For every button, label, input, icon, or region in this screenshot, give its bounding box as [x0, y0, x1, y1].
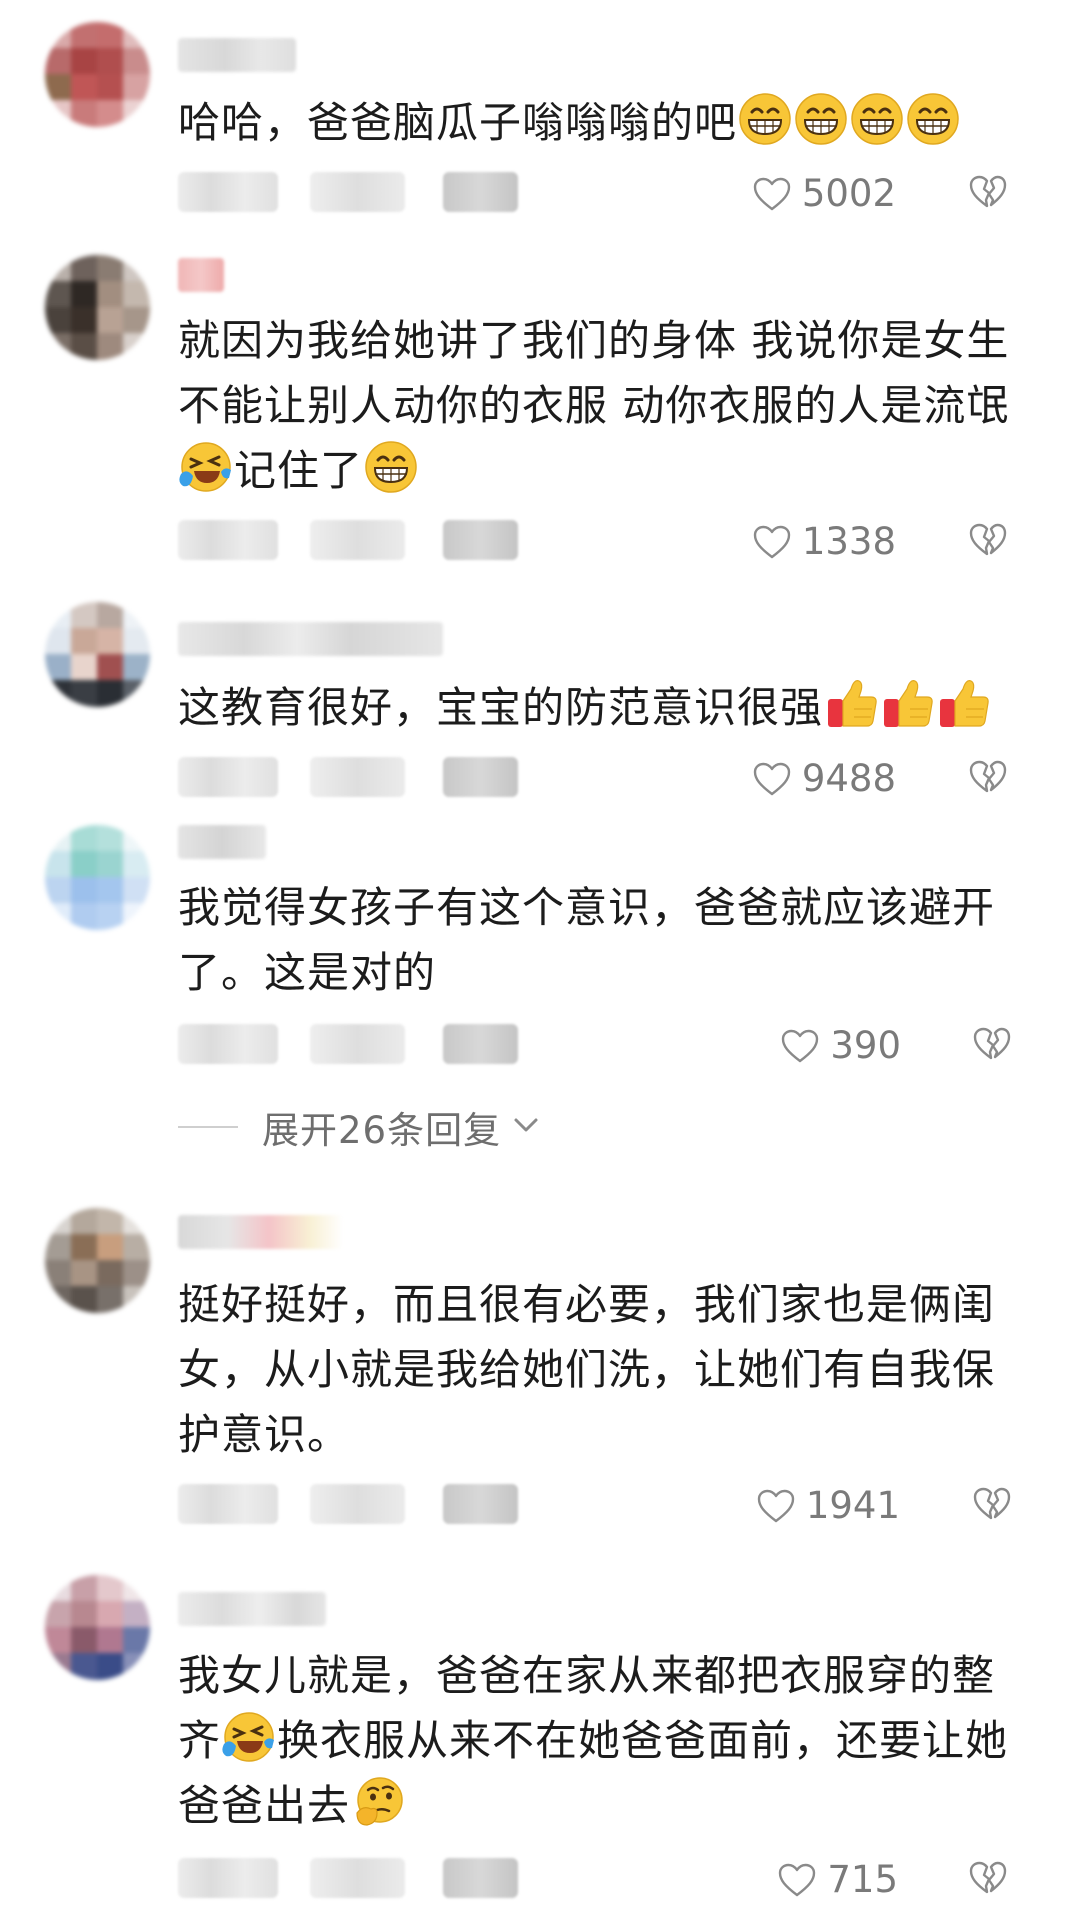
avatar[interactable] — [45, 825, 150, 930]
reply-button-blurred[interactable] — [443, 520, 518, 560]
reply-button-blurred[interactable] — [443, 1858, 518, 1898]
like-button[interactable]: 390 — [780, 1024, 901, 1067]
like-button[interactable]: 9488 — [752, 757, 896, 800]
comment-text: 就因为我给她讲了我们的身体 我说你是女生不能让别人动你的衣服 动你衣服的人是流氓… — [178, 316, 1010, 495]
username-blurred[interactable] — [178, 622, 443, 656]
location-blurred — [310, 1484, 405, 1524]
broken-heart-icon[interactable] — [968, 1860, 1008, 1896]
timestamp-blurred — [178, 172, 278, 212]
grin-emoji-icon — [738, 92, 792, 146]
broken-heart-icon[interactable] — [972, 1026, 1012, 1062]
comment-text: 我觉得女孩子有这个意识，爸爸就应该避开了。这是对的 — [178, 883, 996, 997]
laugh-cry-emoji-icon — [179, 440, 233, 494]
broken-heart-icon[interactable] — [968, 174, 1008, 210]
grin-emoji-icon — [794, 92, 848, 146]
username-blurred[interactable] — [178, 258, 224, 292]
thumbs-up-emoji-icon — [936, 677, 990, 731]
heart-outline-icon[interactable] — [780, 1028, 820, 1064]
grin-emoji-icon — [850, 92, 904, 146]
heart-outline-icon[interactable] — [752, 176, 792, 212]
like-button[interactable]: 5002 — [752, 172, 896, 215]
reply-button-blurred[interactable] — [443, 1024, 518, 1064]
like-count: 1941 — [805, 1484, 900, 1527]
location-blurred — [310, 757, 405, 797]
expand-replies-label: 展开26条回复 — [262, 1109, 502, 1152]
like-count: 9488 — [801, 757, 896, 800]
thinking-emoji-icon — [351, 1775, 405, 1829]
reply-button-blurred[interactable] — [443, 1484, 518, 1524]
location-blurred — [310, 520, 405, 560]
divider — [178, 1126, 238, 1128]
chevron-down-icon — [511, 1114, 541, 1140]
location-blurred — [310, 172, 405, 212]
heart-outline-icon[interactable] — [752, 761, 792, 797]
timestamp-blurred — [178, 520, 278, 560]
timestamp-blurred — [178, 757, 278, 797]
laugh-cry-emoji-icon — [222, 1710, 276, 1764]
comment-text: 这教育很好，宝宝的防范意识很强 — [178, 675, 1018, 740]
username-blurred[interactable] — [178, 825, 266, 859]
thumbs-up-emoji-icon — [880, 677, 934, 731]
avatar[interactable] — [45, 1208, 150, 1313]
broken-heart-icon[interactable] — [968, 759, 1008, 795]
like-button[interactable]: 1338 — [752, 520, 896, 563]
like-count: 1338 — [801, 520, 896, 563]
grin-emoji-icon — [906, 92, 960, 146]
like-count: 715 — [827, 1858, 898, 1901]
username-blurred[interactable] — [178, 38, 296, 72]
reply-button-blurred[interactable] — [443, 757, 518, 797]
avatar[interactable] — [45, 602, 150, 707]
expand-replies-button[interactable]: 展开26条回复 — [178, 1100, 541, 1154]
thumbs-up-emoji-icon — [824, 677, 878, 731]
heart-outline-icon[interactable] — [756, 1488, 796, 1524]
username-blurred[interactable] — [178, 1592, 326, 1626]
heart-outline-icon[interactable] — [777, 1862, 817, 1898]
timestamp-blurred — [178, 1024, 278, 1064]
avatar[interactable] — [45, 255, 150, 360]
timestamp-blurred — [178, 1858, 278, 1898]
like-button[interactable]: 1941 — [756, 1484, 900, 1527]
location-blurred — [310, 1858, 405, 1898]
username-blurred[interactable] — [178, 1215, 343, 1249]
location-blurred — [310, 1024, 405, 1064]
like-count: 390 — [830, 1024, 901, 1067]
avatar[interactable] — [45, 22, 150, 127]
like-button[interactable]: 715 — [777, 1858, 898, 1901]
broken-heart-icon[interactable] — [968, 522, 1008, 558]
grin-emoji-icon — [364, 440, 418, 494]
broken-heart-icon[interactable] — [972, 1486, 1012, 1522]
avatar[interactable] — [45, 1575, 150, 1680]
comment-text: 哈哈，爸爸脑瓜子嗡嗡嗡的吧 — [178, 90, 1018, 155]
comment-text: 我女儿就是，爸爸在家从来都把衣服穿的整齐 换衣服从来不在她爸爸面前，还要让她爸爸出… — [178, 1651, 1009, 1830]
timestamp-blurred — [178, 1484, 278, 1524]
heart-outline-icon[interactable] — [752, 524, 792, 560]
reply-button-blurred[interactable] — [443, 172, 518, 212]
like-count: 5002 — [801, 172, 896, 215]
comment-text: 挺好挺好，而且很有必要，我们家也是俩闺女，从小就是我给她们洗，让她们有自我保护意… — [178, 1280, 996, 1459]
